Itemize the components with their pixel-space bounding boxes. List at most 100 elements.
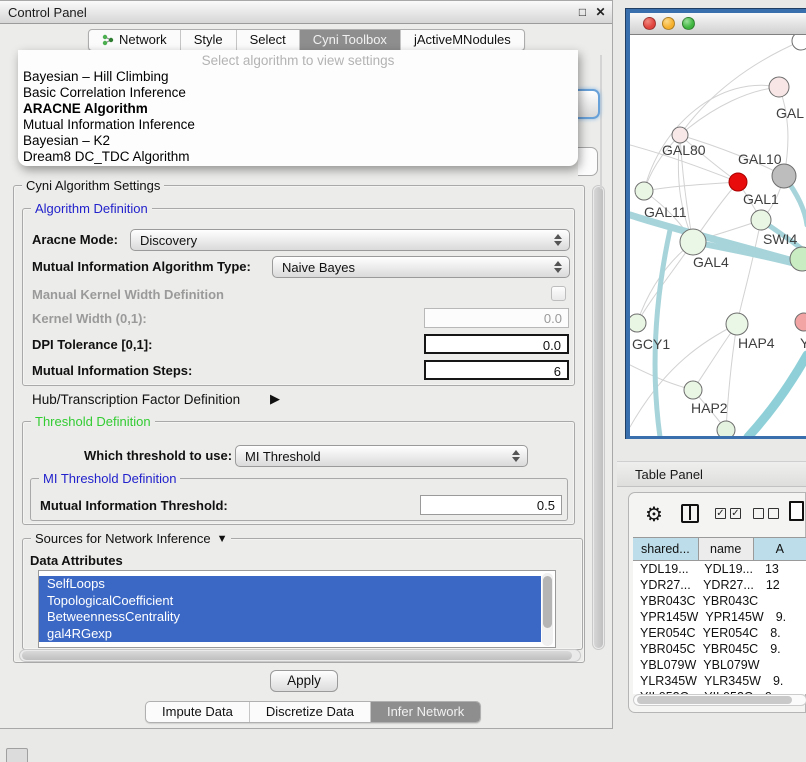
column-header-clipped[interactable]: A bbox=[753, 538, 806, 560]
table-row[interactable]: YBR043CYBR043C bbox=[633, 593, 806, 609]
table-cell[interactable]: YBR043C bbox=[633, 593, 696, 609]
table-cell[interactable]: 13 bbox=[753, 561, 806, 577]
network-edge-highlighted[interactable] bbox=[655, 230, 670, 436]
tab-network[interactable]: Network bbox=[89, 30, 181, 50]
minimize-traffic-light-icon[interactable] bbox=[662, 17, 675, 30]
network-node[interactable] bbox=[726, 313, 748, 335]
table-cell[interactable]: 12 bbox=[754, 577, 806, 593]
table-cell[interactable]: YBR045C bbox=[696, 641, 759, 657]
tab-select[interactable]: Select bbox=[237, 30, 300, 50]
table-cell[interactable]: YLR345W bbox=[633, 673, 697, 689]
close-traffic-light-icon[interactable] bbox=[643, 17, 656, 30]
table-cell[interactable] bbox=[760, 657, 806, 673]
table-cell[interactable]: YDR27... bbox=[696, 577, 754, 593]
table-row[interactable]: YPR145WYPR145W9. bbox=[633, 609, 806, 625]
table-cell[interactable]: YER054C bbox=[696, 625, 759, 641]
network-edge[interactable] bbox=[630, 365, 693, 390]
table-row[interactable]: YBL079WYBL079W bbox=[633, 657, 806, 673]
attribute-list-item[interactable]: gal4RGexp bbox=[39, 626, 541, 643]
network-node[interactable] bbox=[680, 229, 706, 255]
vertical-scrollbar-thumb[interactable] bbox=[594, 187, 603, 648]
list-scrollbar[interactable] bbox=[542, 573, 553, 646]
covered-algorithm-combobox-focused[interactable] bbox=[578, 89, 600, 119]
table-cell[interactable]: YBR045C bbox=[633, 641, 696, 657]
table-body[interactable]: YDL19...YDL19...13YDR27...YDR27...12YBR0… bbox=[633, 561, 806, 694]
algorithm-option[interactable]: ARACNE Algorithm bbox=[18, 101, 578, 117]
table-cell[interactable]: YPR145W bbox=[698, 609, 763, 625]
network-node[interactable] bbox=[772, 164, 796, 188]
algorithm-option[interactable]: Dream8 DC_TDC Algorithm bbox=[18, 149, 578, 165]
close-window-icon[interactable]: ✕ bbox=[593, 5, 608, 20]
algorithm-option[interactable]: Bayesian – K2 bbox=[18, 133, 578, 149]
deselect-all-columns-icon[interactable] bbox=[753, 508, 779, 519]
table-cell[interactable]: YLR345W bbox=[697, 673, 761, 689]
network-node[interactable] bbox=[769, 77, 789, 97]
expander-arrow-icon[interactable]: ▶ bbox=[270, 391, 280, 407]
select-all-columns-icon[interactable]: ✓ ✓ bbox=[715, 508, 741, 519]
mi-steps-input[interactable]: 6 bbox=[424, 360, 569, 380]
network-edge[interactable] bbox=[726, 324, 737, 430]
table-cell[interactable]: 9. bbox=[761, 673, 806, 689]
data-attributes-listbox[interactable]: SelfLoopsTopologicalCoefficientBetweenne… bbox=[38, 570, 556, 648]
table-row[interactable]: YBR045CYBR045C9. bbox=[633, 641, 806, 657]
settings-horizontal-scrollbar[interactable] bbox=[19, 649, 581, 662]
table-cell[interactable]: YPR145W bbox=[633, 609, 698, 625]
table-cell[interactable]: YDL19... bbox=[633, 561, 697, 577]
table-cell[interactable]: YBL079W bbox=[633, 657, 696, 673]
manual-kernel-width-checkbox[interactable] bbox=[551, 286, 566, 301]
network-edge[interactable] bbox=[693, 324, 737, 390]
column-header-name[interactable]: name bbox=[698, 538, 754, 560]
network-node[interactable] bbox=[684, 381, 702, 399]
algorithm-option[interactable]: Mutual Information Inference bbox=[18, 117, 578, 133]
table-cell[interactable] bbox=[758, 593, 806, 609]
zoom-traffic-light-icon[interactable] bbox=[682, 17, 695, 30]
table-row[interactable]: YER054CYER054C8. bbox=[633, 625, 806, 641]
table-cell[interactable]: 9. bbox=[764, 609, 806, 625]
attribute-list-item[interactable]: TopologicalCoefficient bbox=[39, 593, 541, 610]
table-cell[interactable]: YBR043C bbox=[696, 593, 759, 609]
settings-vertical-scrollbar[interactable] bbox=[592, 185, 605, 650]
mi-algorithm-type-combobox[interactable]: Naive Bayes bbox=[272, 256, 570, 278]
table-cell[interactable]: YER054C bbox=[633, 625, 696, 641]
tab-style[interactable]: Style bbox=[181, 30, 237, 50]
which-threshold-combobox[interactable]: MI Threshold bbox=[235, 445, 528, 467]
attribute-list-item[interactable]: SelfLoops bbox=[39, 576, 541, 593]
kernel-width-input[interactable]: 0.0 bbox=[424, 308, 569, 328]
collapse-arrow-icon[interactable]: ▼ bbox=[217, 533, 228, 545]
tab-discretize-data[interactable]: Discretize Data bbox=[250, 702, 371, 722]
network-node[interactable] bbox=[790, 247, 806, 271]
columns-icon[interactable] bbox=[681, 504, 699, 523]
table-cell[interactable]: 9. bbox=[758, 641, 806, 657]
network-node[interactable] bbox=[729, 173, 747, 191]
tab-impute-data[interactable]: Impute Data bbox=[146, 702, 250, 722]
mi-threshold-input[interactable]: 0.5 bbox=[420, 495, 562, 515]
table-cell[interactable]: YBL079W bbox=[696, 657, 759, 673]
document-icon[interactable] bbox=[789, 501, 804, 521]
network-edge[interactable] bbox=[644, 182, 738, 191]
aracne-mode-combobox[interactable]: Discovery bbox=[130, 229, 570, 251]
network-edge[interactable] bbox=[644, 85, 779, 191]
network-node[interactable] bbox=[751, 210, 771, 230]
table-row[interactable]: YDR27...YDR27...12 bbox=[633, 577, 806, 593]
network-node[interactable] bbox=[630, 314, 646, 332]
control-panel-titlebar[interactable]: Control Panel □ ✕ bbox=[0, 1, 612, 24]
table-cell[interactable]: YDL19... bbox=[697, 561, 753, 577]
gear-icon[interactable]: ⚙ bbox=[645, 502, 663, 527]
table-cell[interactable]: YDR27... bbox=[633, 577, 696, 593]
algorithm-option[interactable]: Bayesian – Hill Climbing bbox=[18, 69, 578, 85]
network-node[interactable] bbox=[795, 313, 806, 331]
table-horizontal-scrollbar[interactable] bbox=[633, 694, 806, 706]
table-row[interactable]: YLR345WYLR345W9. bbox=[633, 673, 806, 689]
network-node[interactable] bbox=[717, 421, 735, 436]
tab-jactivemnodules[interactable]: jActiveMNodules bbox=[401, 30, 524, 50]
column-header-shared-name[interactable]: shared... bbox=[633, 538, 699, 560]
list-scrollbar-thumb[interactable] bbox=[543, 576, 552, 628]
tab-cyni-toolbox[interactable]: Cyni Toolbox bbox=[300, 30, 401, 50]
network-node[interactable] bbox=[672, 127, 688, 143]
table-scrollbar-thumb[interactable] bbox=[637, 696, 792, 704]
hub-definition-expander-label[interactable]: Hub/Transcription Factor Definition bbox=[32, 392, 240, 407]
table-row[interactable]: YDL19...YDL19...13 bbox=[633, 561, 806, 577]
network-edge-highlighted[interactable] bbox=[748, 355, 806, 436]
network-edge[interactable] bbox=[680, 87, 779, 135]
network-node[interactable] bbox=[792, 35, 806, 50]
